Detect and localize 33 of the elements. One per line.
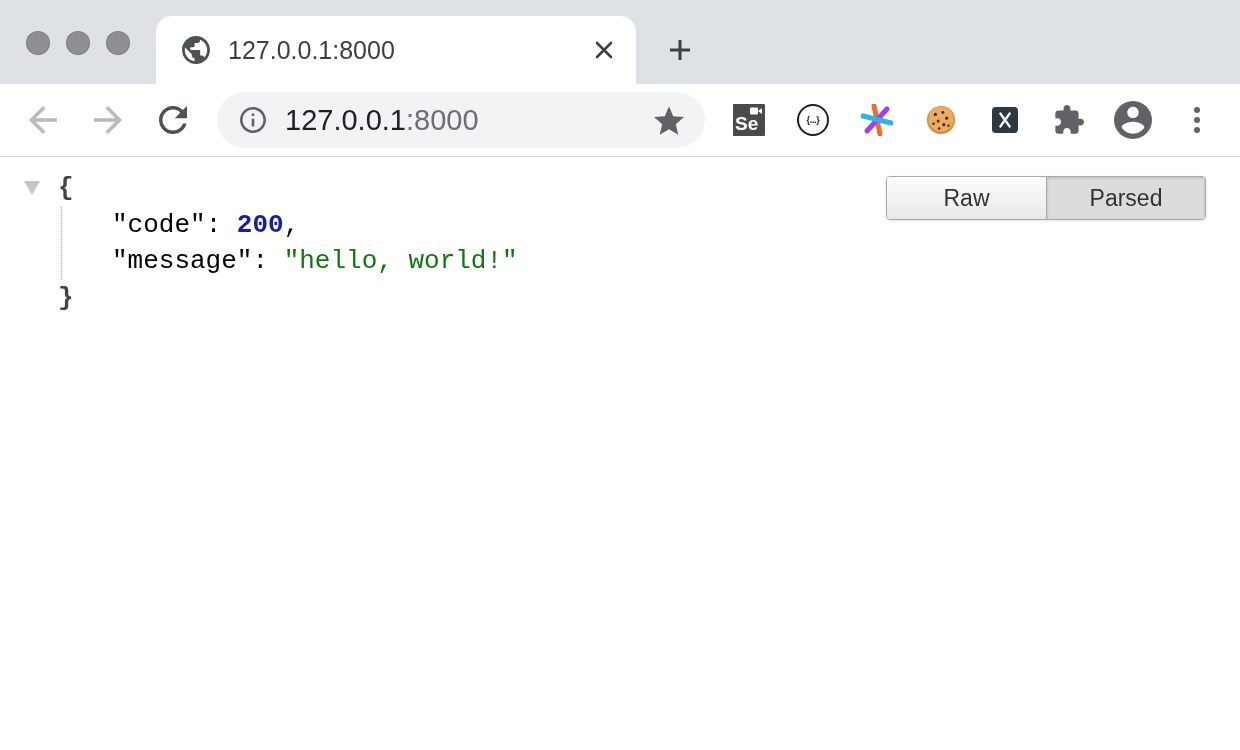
view-mode-button[interactable]: Parsed	[1046, 177, 1205, 219]
camera-icon	[750, 107, 762, 115]
json-value: "hello, world!"	[283, 245, 518, 278]
menu-icon[interactable]	[1194, 107, 1200, 133]
json-key: "code"	[112, 206, 206, 243]
json-brace: {	[58, 172, 74, 205]
star-icon[interactable]	[654, 105, 684, 135]
json-key: "message"	[112, 243, 253, 280]
url-port: :8000	[405, 103, 479, 137]
json-colon: :	[252, 245, 269, 278]
asterisk-icon[interactable]	[861, 104, 893, 136]
puzzle-icon[interactable]	[1054, 105, 1084, 135]
json-colon: :	[205, 208, 222, 242]
close-icon[interactable]	[594, 40, 614, 60]
cookie-icon[interactable]	[926, 105, 956, 135]
reload-icon[interactable]	[159, 106, 187, 134]
traffic-light-icon[interactable]	[66, 31, 90, 55]
info-icon[interactable]	[240, 107, 266, 133]
globe-icon	[182, 36, 210, 64]
view-mode-button[interactable]: Raw	[887, 177, 1046, 219]
json-value: 200	[236, 208, 284, 242]
json-brace: }	[58, 281, 74, 315]
x-tile-icon[interactable]	[992, 107, 1018, 133]
plus-icon[interactable]	[668, 38, 692, 62]
profile-icon[interactable]	[1114, 101, 1152, 139]
extension-button[interactable]: {...}	[797, 104, 829, 136]
traffic-light-icon[interactable]	[26, 31, 50, 55]
url-host: 127.0.0.1	[285, 103, 406, 137]
json-comma: ,	[283, 208, 300, 242]
browser-tab[interactable]: 127.0.0.1:8000	[156, 16, 636, 84]
traffic-light-icon[interactable]	[106, 31, 130, 55]
address-field[interactable]: 127.0.0.1:8000	[217, 92, 705, 148]
extension-button[interactable]: Se	[733, 104, 765, 136]
